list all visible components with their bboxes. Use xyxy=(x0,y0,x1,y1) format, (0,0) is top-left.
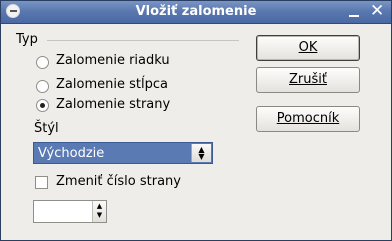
updown-arrow-icon: ▲ ▼ xyxy=(191,144,211,162)
radio-line-break-label[interactable]: Zalomenie riadku xyxy=(56,53,170,68)
change-page-number-label[interactable]: Zmeniť číslo strany xyxy=(56,174,181,189)
cancel-button[interactable]: Zrušiť xyxy=(256,67,360,93)
insert-break-dialog: Vložiť zalomenie ✕ Typ Zalomenie riadku … xyxy=(0,0,392,241)
group-separator xyxy=(47,40,239,41)
style-label: Štýl xyxy=(34,121,59,136)
radio-line-break[interactable] xyxy=(36,56,49,69)
close-icon[interactable]: ✕ xyxy=(370,3,384,20)
radio-column-break-label[interactable]: Zalomenie stĺpca xyxy=(56,77,168,92)
ok-button[interactable]: OK xyxy=(256,35,360,61)
cancel-button-label: Zrušiť xyxy=(289,72,327,87)
minimize-icon[interactable] xyxy=(347,5,361,19)
titlebar[interactable]: Vložiť zalomenie ✕ xyxy=(1,1,391,24)
window-title: Vložiť zalomenie xyxy=(135,4,257,19)
type-group-label: Typ xyxy=(16,32,38,47)
radio-page-break-label[interactable]: Zalomenie strany xyxy=(56,97,170,112)
page-number-spinner[interactable]: ▲ ▼ xyxy=(33,200,107,223)
style-select-value: Východzie xyxy=(38,146,105,161)
ok-button-label: OK xyxy=(298,40,318,55)
style-select[interactable]: Východzie ▲ ▼ xyxy=(33,142,213,164)
spinner-arrows-icon[interactable]: ▲ ▼ xyxy=(92,201,106,222)
help-button-label: Pomocník xyxy=(276,111,340,126)
radio-page-break[interactable] xyxy=(36,99,49,112)
radio-column-break[interactable] xyxy=(36,80,49,93)
change-page-number-checkbox[interactable] xyxy=(35,176,48,189)
help-button[interactable]: Pomocník xyxy=(256,106,360,132)
